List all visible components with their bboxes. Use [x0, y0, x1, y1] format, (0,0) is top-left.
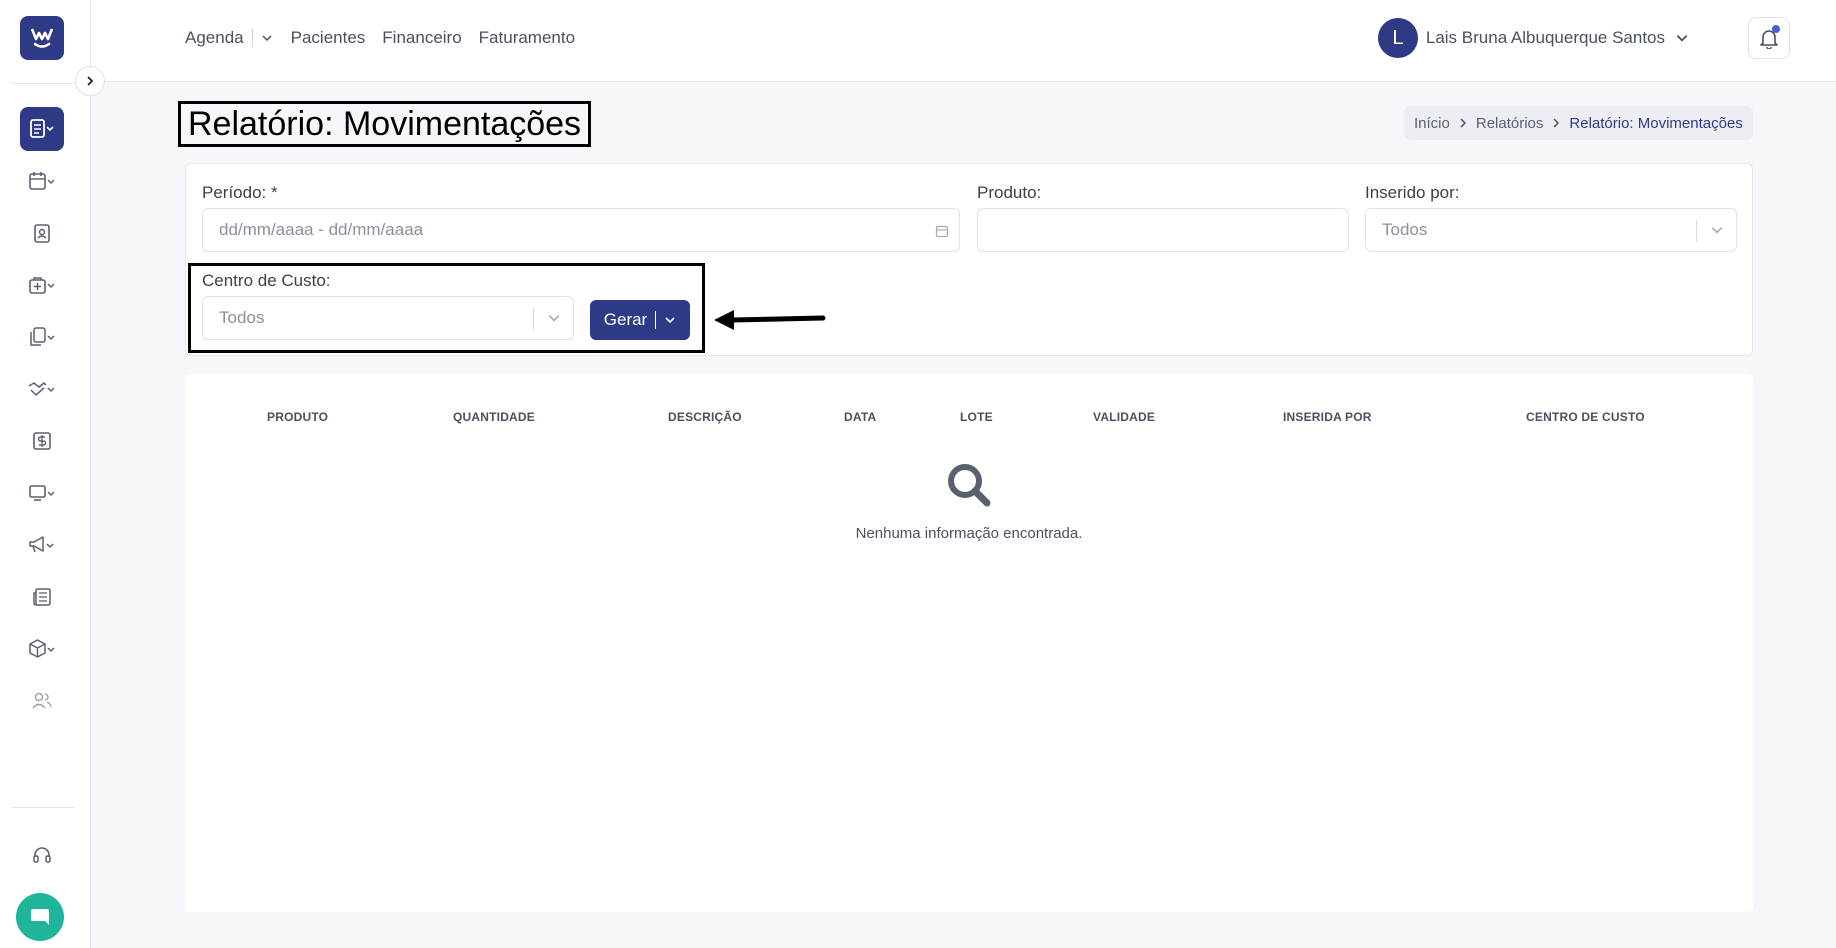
page-title: Relatório: Movimentações: [178, 101, 592, 147]
inserido-por-label: Inserido por:: [1365, 183, 1460, 202]
sidebar-item-inventory[interactable]: [20, 630, 64, 668]
centro-custo-select[interactable]: Todos: [202, 296, 574, 340]
chevron-down-icon: [262, 35, 272, 42]
sidebar-item-partners[interactable]: [20, 370, 64, 408]
user-name: Lais Bruna Albuquerque Santos: [1425, 28, 1665, 47]
notification-dot: [1772, 25, 1780, 33]
sidebar-item-calendar[interactable]: [20, 162, 64, 200]
nav-financeiro[interactable]: Financeiro: [382, 28, 461, 48]
user-menu[interactable]: L Lais Bruna Albuquerque Santos: [1377, 18, 1689, 58]
sidebar-toggle-button[interactable]: [75, 66, 105, 96]
sidebar-item-medical[interactable]: [20, 266, 64, 304]
produto-label: Produto:: [977, 183, 1042, 202]
chevron-right-icon: [87, 76, 94, 86]
arrow-left-annotation: [714, 310, 826, 330]
periodo-placeholder: dd/mm/aaaa - dd/mm/aaaa: [219, 220, 424, 239]
support-button[interactable]: [20, 836, 64, 874]
breadcrumb-relatorios[interactable]: Relatórios: [1476, 115, 1544, 132]
column-header-inserida-por[interactable]: INSERIDA POR: [1283, 410, 1372, 424]
sidebar-divider-bottom: [12, 807, 75, 808]
gerar-button[interactable]: Gerar: [590, 300, 690, 340]
produto-input[interactable]: [977, 208, 1349, 252]
inserido-por-select[interactable]: Todos: [1365, 208, 1737, 252]
search-icon: [948, 464, 991, 507]
chevron-right-icon: [1551, 116, 1561, 131]
nav-pacientes[interactable]: Pacientes: [291, 28, 366, 48]
column-header-descricao[interactable]: DESCRIÇÃO: [668, 410, 742, 424]
megaphone-icon: [29, 536, 54, 553]
logo-icon: [30, 28, 54, 48]
nav-agenda[interactable]: Agenda: [185, 28, 244, 48]
monitor-icon: [29, 485, 55, 501]
column-header-quantidade[interactable]: QUANTIDADE: [453, 410, 535, 424]
sidebar-item-documents[interactable]: [20, 318, 64, 356]
sidebar-item-marketing[interactable]: [20, 526, 64, 564]
column-header-centro-de-custo[interactable]: CENTRO DE CUSTO: [1526, 410, 1645, 424]
button-divider: [655, 311, 657, 329]
app-logo[interactable]: [20, 16, 64, 60]
column-header-lote[interactable]: LOTE: [960, 410, 993, 424]
breadcrumb: Início Relatórios Relatório: Movimentaçõ…: [1404, 106, 1753, 140]
nav-separator: [251, 29, 253, 47]
column-header-data[interactable]: DATA: [844, 410, 876, 424]
sidebar-item-monitor[interactable]: [20, 474, 64, 512]
results-card: [185, 374, 1753, 912]
sidebar-item-patients[interactable]: [20, 214, 64, 252]
nav-agenda-dropdown[interactable]: [261, 32, 273, 44]
chevron-down-icon: [1711, 227, 1723, 234]
breadcrumb-current: Relatório: Movimentações: [1569, 114, 1743, 132]
periodo-input[interactable]: dd/mm/aaaa - dd/mm/aaaa: [202, 208, 960, 252]
sidebar: [0, 0, 91, 948]
breadcrumb-inicio[interactable]: Início: [1414, 115, 1450, 132]
sidebar-divider: [12, 83, 75, 84]
newspaper-icon: [33, 588, 51, 606]
headset-icon: [33, 847, 51, 863]
column-header-validade[interactable]: VALIDADE: [1093, 410, 1155, 424]
top-navigation: Agenda Pacientes Financeiro Faturamento: [185, 28, 592, 48]
select-separator: [1696, 220, 1697, 242]
column-header-produto[interactable]: PRODUTO: [267, 410, 328, 424]
sidebar-item-users[interactable]: [20, 682, 64, 720]
patient-badge-icon: [34, 224, 50, 243]
centro-custo-value: Todos: [219, 308, 265, 327]
chat-icon: [31, 909, 49, 925]
calendar-icon: [29, 172, 55, 190]
inserido-por-value: Todos: [1382, 220, 1428, 239]
users-icon: [32, 692, 52, 709]
select-separator: [533, 308, 534, 330]
documents-icon: [30, 327, 55, 346]
chevron-down-icon[interactable]: [664, 314, 676, 326]
medical-case-icon: [29, 277, 55, 294]
nav-faturamento[interactable]: Faturamento: [479, 28, 575, 48]
chevron-right-icon: [1458, 116, 1468, 131]
chevron-down-icon: [1676, 35, 1688, 42]
reports-icon: [30, 119, 54, 138]
notifications-button[interactable]: [1748, 17, 1790, 59]
periodo-label: Período: *: [202, 183, 278, 202]
sidebar-item-financial[interactable]: [20, 422, 64, 460]
centro-custo-label: Centro de Custo:: [202, 271, 331, 290]
chevron-down-icon: [548, 315, 560, 322]
dollar-icon: [33, 432, 51, 450]
avatar: L: [1377, 18, 1418, 58]
handshake-icon: [28, 381, 55, 397]
gerar-label: Gerar: [603, 310, 648, 329]
box-icon: [29, 639, 55, 658]
sidebar-item-reports[interactable]: [20, 107, 64, 151]
chat-button[interactable]: [16, 893, 64, 941]
empty-state-message: Nenhuma informação encontrada.: [855, 525, 1083, 542]
calendar-icon: [935, 225, 949, 238]
sidebar-item-news[interactable]: [20, 578, 64, 616]
topbar: Agenda Pacientes Financeiro Faturamento …: [91, 0, 1836, 82]
